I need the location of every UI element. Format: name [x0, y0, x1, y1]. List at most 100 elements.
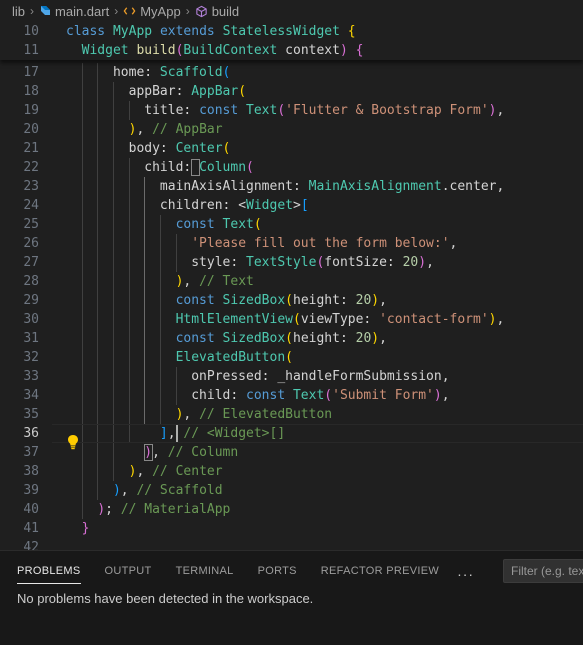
line-number: 32 [23, 350, 39, 365]
code-line[interactable]: 31 const SizedBox(height: 20), [0, 329, 583, 348]
line-number: 26 [23, 236, 39, 251]
code-line[interactable]: 32 ElevatedButton( [0, 348, 583, 367]
bottom-panel: PROBLEMS OUTPUT TERMINAL PORTS REFACTOR … [0, 550, 583, 645]
code-line[interactable]: 22 child: Column( [0, 158, 583, 177]
code-text: ], // <Widget>[] [66, 424, 285, 443]
code-line[interactable]: 41 } [0, 519, 583, 538]
code-line[interactable]: 40 ); // MaterialApp [0, 500, 583, 519]
code-line[interactable]: 38 ), // Center [0, 462, 583, 481]
code-token: , [496, 312, 505, 327]
code-line[interactable]: 24 children: <Widget>[ [0, 196, 583, 215]
code-token: Widget [246, 198, 293, 213]
code-token: // ElevatedButton [199, 407, 333, 422]
code-line[interactable]: 26 'Please fill out the form below:', [0, 234, 583, 253]
code-line[interactable]: 23 mainAxisAlignment: MainAxisAlignment.… [0, 177, 583, 196]
code-token: > [292, 198, 301, 213]
code-text: home: Scaffold( [66, 63, 230, 82]
tab-output[interactable]: OUTPUT [105, 564, 152, 584]
code-text: } [66, 519, 90, 538]
code-token: [ [300, 198, 309, 213]
code-token: const [199, 103, 247, 118]
code-editor[interactable]: 17 home: Scaffold(18 appBar: AppBar(19 t… [0, 22, 583, 550]
code-line[interactable]: 11 Widget build(BuildContext context) { [0, 41, 583, 60]
code-line[interactable]: 27 style: TextStyle(fontSize: 20), [0, 253, 583, 272]
code-line[interactable]: 36 ], // <Widget>[] [0, 424, 583, 443]
sticky-scroll-header[interactable]: 10 class MyApp extends StatelessWidget {1… [0, 22, 583, 60]
code-token: TextStyle [246, 255, 317, 270]
code-line[interactable]: 42 [0, 538, 583, 550]
dart-file-icon [41, 6, 51, 15]
code-line[interactable]: 18 appBar: AppBar( [0, 82, 583, 101]
breadcrumb-class[interactable]: MyApp [140, 4, 180, 19]
line-number: 40 [23, 502, 39, 517]
code-line[interactable]: 30 HtmlElementView(viewType: 'contact-fo… [0, 310, 583, 329]
code-token: ) [97, 502, 106, 517]
code-text: style: TextStyle(fontSize: 20), [66, 253, 434, 272]
breadcrumb-method[interactable]: build [212, 4, 239, 19]
lightbulb-icon[interactable] [66, 434, 80, 450]
code-token: ( [222, 141, 231, 156]
code-line[interactable]: 29 const SizedBox(height: 20), [0, 291, 583, 310]
tab-terminal[interactable]: TERMINAL [176, 564, 234, 584]
code-text: const SizedBox(height: 20), [66, 291, 387, 310]
code-text: ), // Text [66, 272, 254, 291]
breadcrumb-file[interactable]: main.dart [55, 4, 109, 19]
code-text: child: Column( [66, 158, 254, 177]
code-line[interactable]: 28 ), // Text [0, 272, 583, 291]
code-text: children: <Widget>[ [66, 196, 309, 215]
code-line[interactable]: 35 ), // ElevatedButton [0, 405, 583, 424]
code-text: onPressed: _handleFormSubmission, [66, 367, 449, 386]
code-token: mainAxisAlignment: [66, 179, 309, 194]
code-line[interactable]: 10 class MyApp extends StatelessWidget { [0, 22, 583, 41]
code-token: HtmlElementView [175, 312, 293, 327]
line-number: 38 [23, 464, 39, 479]
code-token: 'Submit Form' [332, 388, 434, 403]
code-token: onPressed: [66, 369, 278, 384]
code-token: Text [292, 388, 325, 403]
code-line[interactable]: 21 body: Center( [0, 139, 583, 158]
code-line[interactable]: 25 const Text( [0, 215, 583, 234]
code-token: ) [112, 483, 121, 498]
code-token: height: [293, 293, 356, 308]
code-text: 'Please fill out the form below:', [66, 234, 457, 253]
code-token: const [175, 331, 223, 346]
code-line[interactable]: 34 child: const Text('Submit Form'), [0, 386, 583, 405]
code-token: , [441, 388, 450, 403]
code-token: build [136, 43, 176, 58]
code-text: appBar: AppBar( [66, 82, 246, 101]
code-token: child: [66, 388, 247, 403]
more-actions-icon[interactable]: ··· [457, 566, 474, 582]
code-token: MyApp [112, 24, 160, 39]
line-number: 42 [23, 540, 39, 550]
code-token: ( [324, 388, 333, 403]
tab-refactor-preview[interactable]: REFACTOR PREVIEW [321, 564, 439, 584]
code-line[interactable]: 37 ), // Column [0, 443, 583, 462]
code-text: mainAxisAlignment: MainAxisAlignment.cen… [66, 177, 504, 196]
code-token: < [238, 198, 247, 213]
code-line[interactable]: 20 ), // AppBar [0, 120, 583, 139]
code-token: Text [222, 217, 254, 232]
tab-problems[interactable]: PROBLEMS [17, 564, 81, 584]
code-line[interactable]: 19 title: const Text('Flutter & Bootstra… [0, 101, 583, 120]
problems-filter-input[interactable]: Filter (e.g. text [503, 559, 583, 583]
code-token: title: [66, 103, 200, 118]
code-token: ( [246, 160, 254, 175]
code-token: 20 [355, 293, 372, 308]
breadcrumb-folder[interactable]: lib [12, 4, 25, 19]
code-token: ( [277, 103, 286, 118]
code-line[interactable]: 39 ), // Scaffold [0, 481, 583, 500]
code-token: body: [66, 141, 176, 156]
code-line[interactable]: 33 onPressed: _handleFormSubmission, [0, 367, 583, 386]
code-text: ), // Scaffold [66, 481, 223, 500]
code-token: const [246, 388, 293, 403]
code-line[interactable]: 17 home: Scaffold( [0, 63, 583, 82]
tab-ports[interactable]: PORTS [258, 564, 297, 584]
